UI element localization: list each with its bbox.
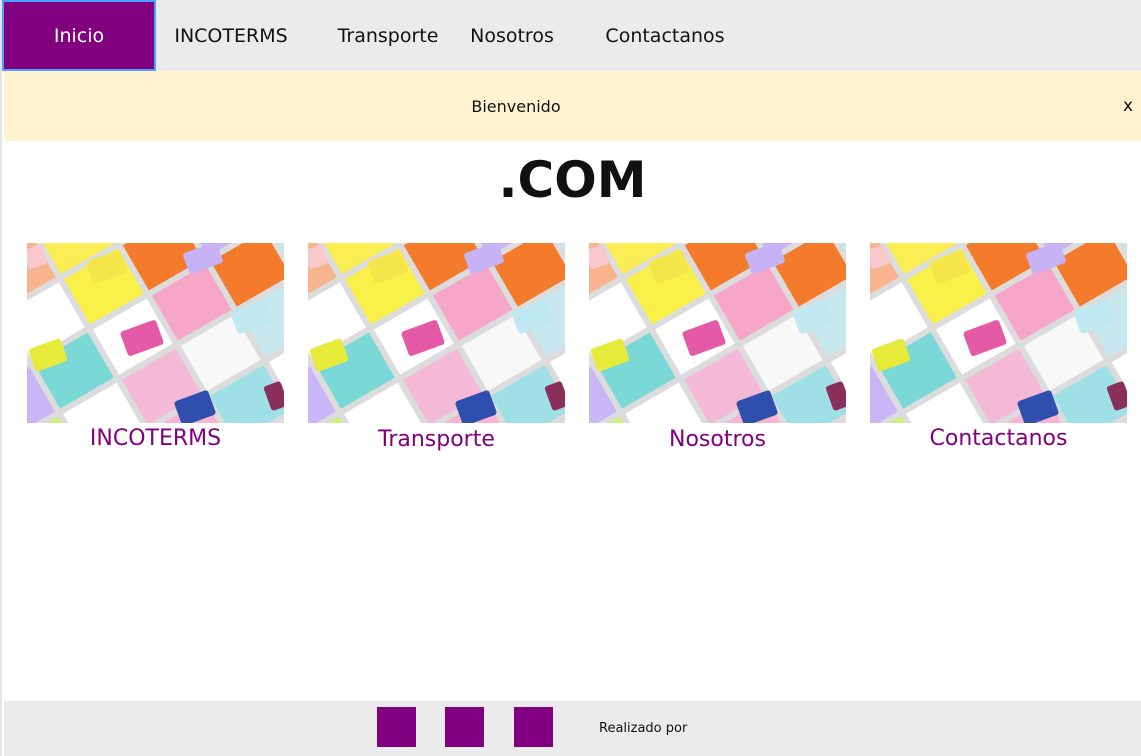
social-icon[interactable] bbox=[377, 707, 416, 747]
card-label[interactable]: Nosotros bbox=[589, 425, 846, 455]
page: Inicio INCOTERMS Transporte Nosotros Con… bbox=[0, 0, 1141, 756]
footer-credits: Realizado por bbox=[599, 721, 688, 736]
top-navigation: Inicio INCOTERMS Transporte Nosotros Con… bbox=[2, 0, 1141, 71]
card-incoterms[interactable]: INCOTERMS bbox=[27, 243, 284, 458]
card-contactanos[interactable]: Contactanos bbox=[870, 243, 1127, 458]
nav-item-nosotros[interactable]: Nosotros bbox=[454, 0, 570, 71]
card-label[interactable]: Contactanos bbox=[870, 424, 1127, 454]
nav-item-contactanos[interactable]: Contactanos bbox=[590, 0, 740, 71]
colorful-speech-bubbles-image[interactable] bbox=[870, 243, 1127, 423]
card-label[interactable]: Transporte bbox=[308, 425, 565, 455]
banner-text: Bienvenido bbox=[471, 96, 561, 116]
close-icon[interactable]: x bbox=[1117, 71, 1139, 141]
social-icon[interactable] bbox=[445, 707, 484, 747]
card-label[interactable]: INCOTERMS bbox=[27, 424, 284, 454]
colorful-speech-bubbles-image[interactable] bbox=[27, 243, 284, 423]
welcome-banner: Bienvenido x bbox=[4, 71, 1141, 141]
colorful-speech-bubbles-image[interactable] bbox=[308, 243, 565, 423]
colorful-speech-bubbles-image[interactable] bbox=[589, 243, 846, 423]
page-title: .COM bbox=[498, 151, 647, 209]
footer: Realizado por bbox=[4, 701, 1141, 756]
card-transporte[interactable]: Transporte bbox=[308, 243, 565, 458]
card-nosotros[interactable]: Nosotros bbox=[589, 243, 846, 458]
nav-item-inicio[interactable]: Inicio bbox=[2, 0, 156, 71]
social-icon[interactable] bbox=[514, 707, 553, 747]
nav-item-transporte[interactable]: Transporte bbox=[322, 0, 454, 71]
nav-item-incoterms[interactable]: INCOTERMS bbox=[156, 0, 306, 71]
